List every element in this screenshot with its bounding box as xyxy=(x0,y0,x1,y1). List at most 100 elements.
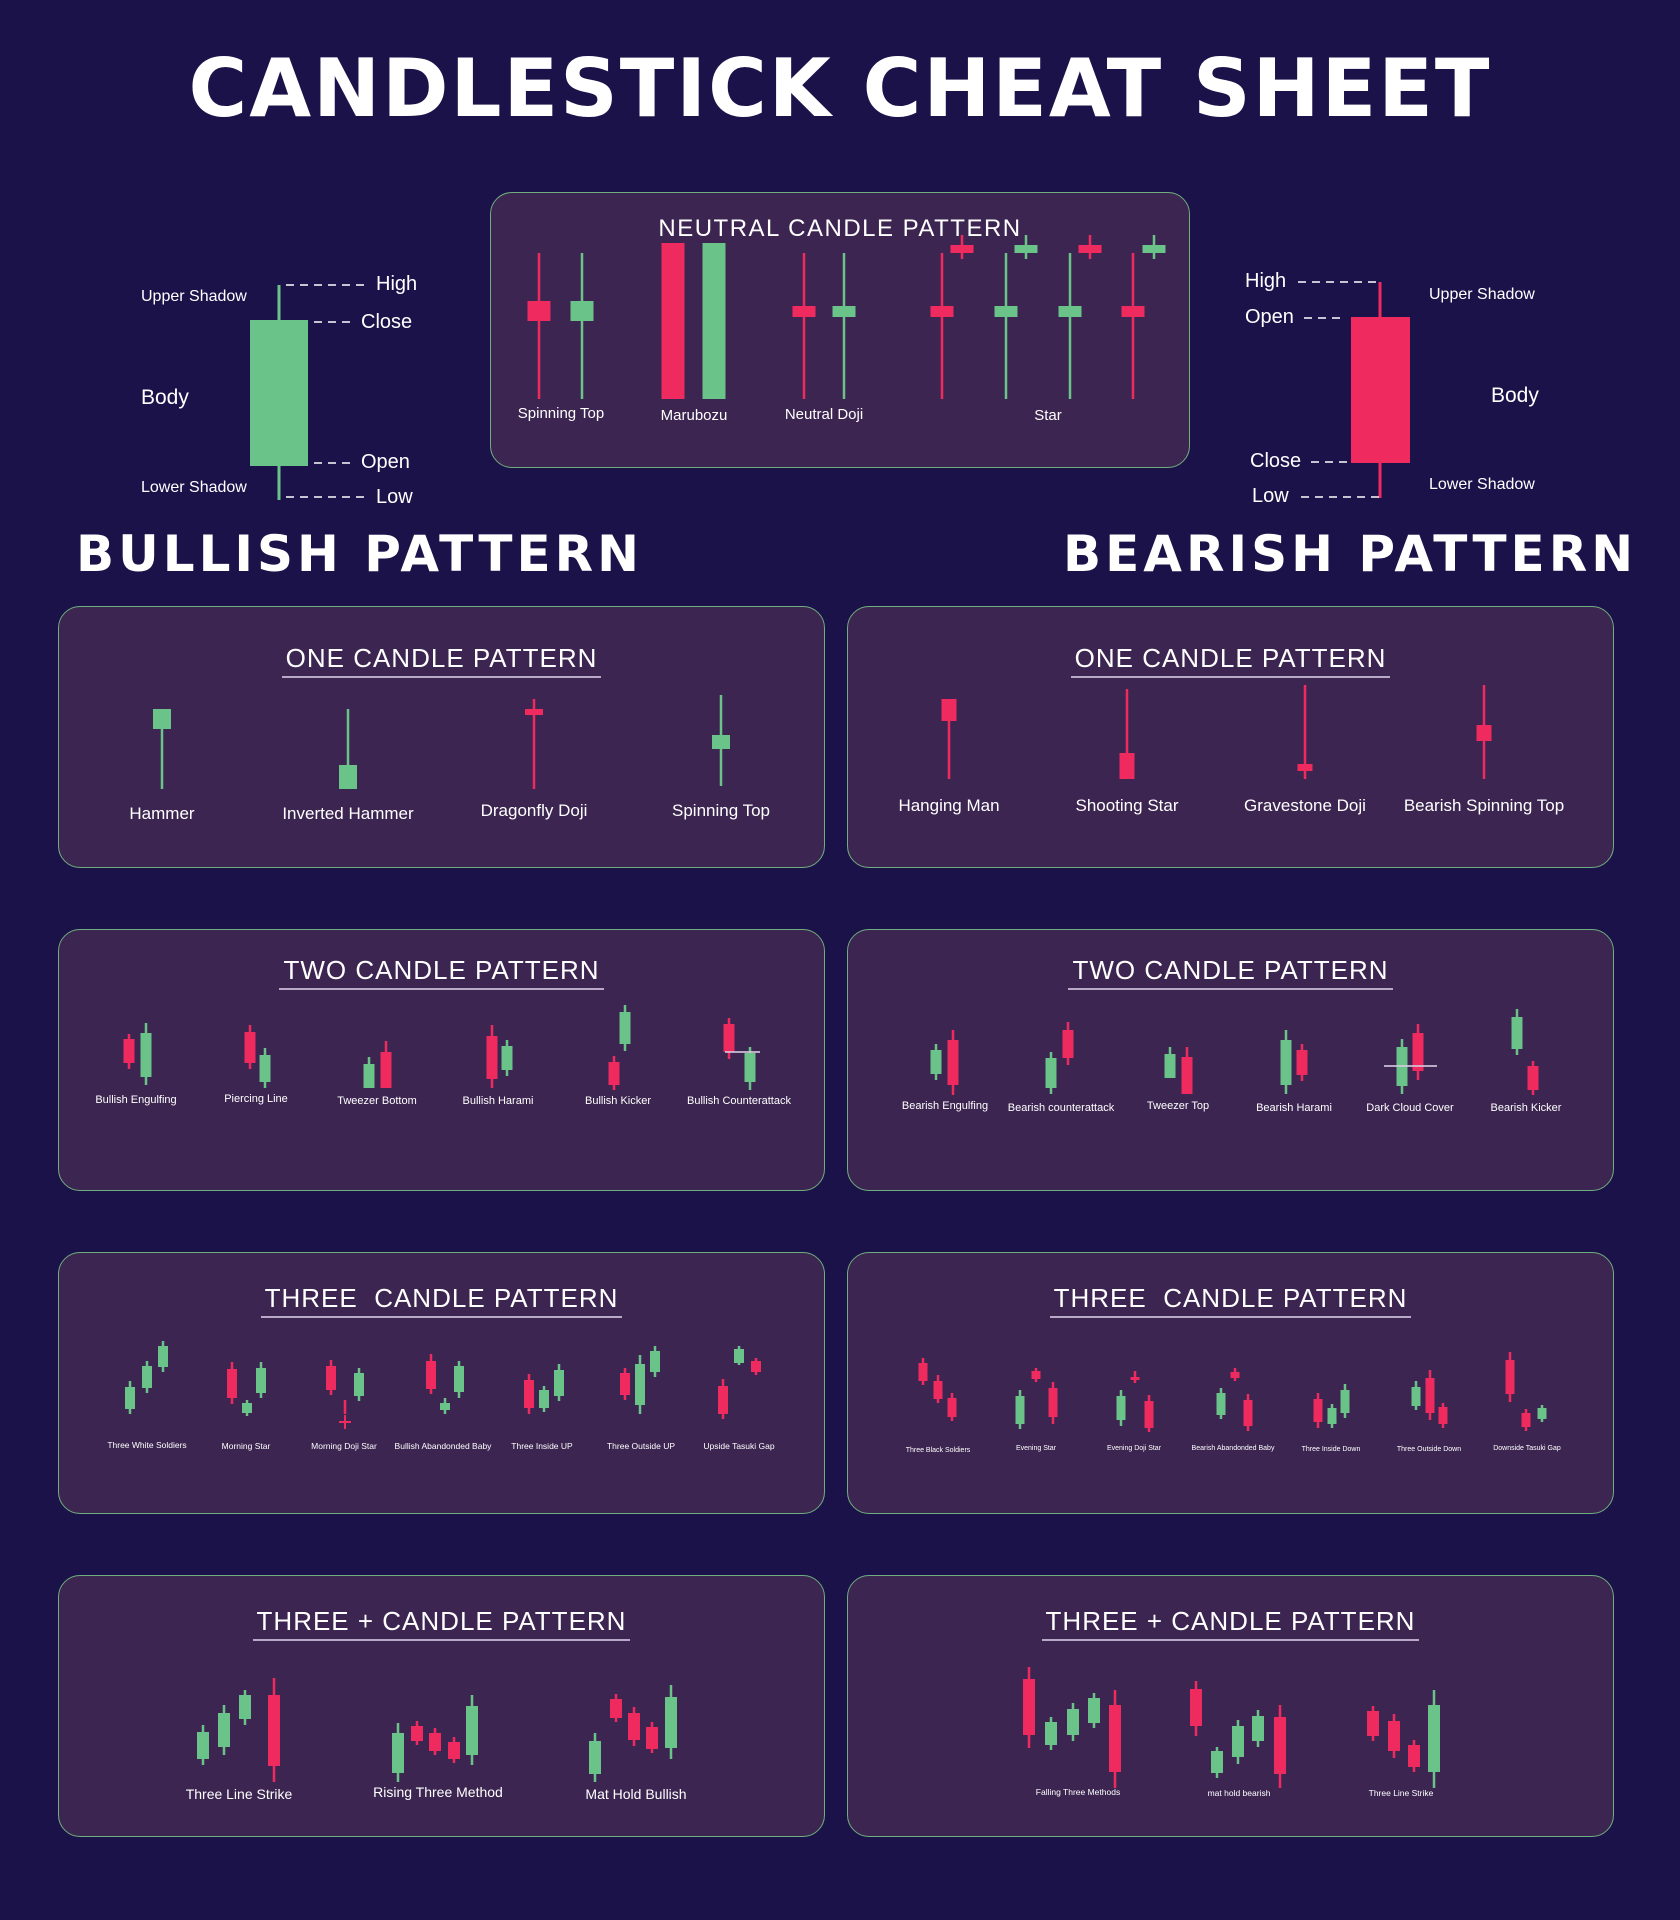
bullish-candle xyxy=(158,1341,168,1372)
bearish-candle-anatomy: High Open Close Low Upper Shadow Body Lo… xyxy=(1220,270,1620,510)
bullish-candle xyxy=(1014,235,1038,259)
bullish-candle xyxy=(1428,1690,1440,1788)
pattern-label: Spinning Top xyxy=(672,801,770,820)
pattern-label: Tweezer Bottom xyxy=(337,1095,416,1107)
pattern-bearish-spinning-top: Bearish Spinning Top xyxy=(1404,685,1564,815)
pattern-label: Evening Star xyxy=(1016,1445,1057,1452)
pattern-three-line-strike: Three Line Strike xyxy=(1367,1690,1440,1798)
pattern-label: Shooting Star xyxy=(1075,796,1178,815)
pattern-label: Upside Tasuki Gap xyxy=(703,1441,774,1451)
bullish-candle xyxy=(619,1005,631,1051)
bearish-candle xyxy=(1412,1024,1424,1080)
pattern-dragonfly-doji: Dragonfly Doji xyxy=(481,699,587,820)
bullish-candle xyxy=(501,1040,513,1076)
pattern-label: Evening Doji Star xyxy=(1107,1445,1162,1452)
bullish-candle xyxy=(650,1346,660,1377)
pattern-bearish-kicker: Bearish Kicker xyxy=(1491,1009,1562,1114)
pattern-label: Bullish Harami xyxy=(463,1095,534,1107)
pattern-downside-tasuki-gap: Downside Tasuki Gap xyxy=(1493,1352,1561,1452)
bearish-candle xyxy=(1425,1370,1435,1420)
bullish-candle xyxy=(1211,1747,1223,1778)
pattern-morning-doji-star: Morning Doji Star xyxy=(311,1360,377,1451)
bearish-candle xyxy=(1367,1706,1379,1741)
pattern-dark-cloud-cover: Dark Cloud Cover xyxy=(1366,1024,1454,1114)
bearish-candle xyxy=(628,1707,640,1746)
page-title: CANDLESTICK CHEAT SHEET xyxy=(188,42,1492,135)
pattern-label: Bearish Kicker xyxy=(1491,1102,1562,1114)
pattern-three-outside-down: Three Outside Down xyxy=(1397,1370,1461,1453)
pattern-three-white-soldiers: Three White Soldiers xyxy=(107,1341,187,1450)
bearish-candle xyxy=(1296,1044,1308,1081)
label-low: Low xyxy=(1252,485,1289,507)
bullish-candle xyxy=(259,1048,271,1088)
bullish-candle xyxy=(1537,1405,1547,1422)
neutral-pattern-panel: NEUTRAL CANDLE PATTERN Spinning Top Marub… xyxy=(490,192,1190,468)
pattern-label: Neutral Doji xyxy=(785,406,863,423)
pattern-bullish-abandonded-baby: Bullish Abandonded Baby xyxy=(395,1354,493,1451)
pattern-candles: Three White Soldiers Morning Star Morning … xyxy=(107,1341,775,1451)
label-high: High xyxy=(376,273,418,295)
pattern-label: Three Outside Down xyxy=(1397,1446,1461,1453)
bullish-candle xyxy=(1116,1390,1126,1426)
bearish-candle xyxy=(1527,1061,1539,1095)
bearish-candle xyxy=(411,1721,423,1745)
pattern-label: Bearish Engulfing xyxy=(902,1100,988,1112)
bullish-candle xyxy=(1142,235,1166,259)
pattern-label: mat hold bearish xyxy=(1208,1788,1271,1798)
pattern-three-outside-up: Three Outside UP xyxy=(607,1346,675,1451)
bearish-candle xyxy=(1505,1352,1515,1402)
bearish-section-title: BEARISH PATTERN xyxy=(1063,525,1638,583)
bullish-candle xyxy=(218,1705,230,1755)
pattern-label: Bullish Counterattack xyxy=(687,1095,791,1107)
bullish-candle xyxy=(256,1362,266,1398)
pattern-label: Dark Cloud Cover xyxy=(1366,1102,1454,1114)
bullish-three-candle-panel: THREE CANDLE PATTERN Three White Soldier… xyxy=(58,1252,825,1514)
pattern-label: Piercing Line xyxy=(224,1093,288,1105)
bearish-candle xyxy=(1144,1395,1154,1432)
pattern-label: Three Line Strike xyxy=(1369,1788,1434,1798)
pattern-label: Morning Doji Star xyxy=(311,1441,377,1451)
bullish-candle xyxy=(744,1047,756,1090)
label-upper-shadow: Upper Shadow xyxy=(141,288,247,305)
bearish-candle xyxy=(1130,1371,1140,1383)
pattern-label: Bearish Harami xyxy=(1256,1102,1332,1114)
pattern-label: Bearish Abandonded Baby xyxy=(1192,1445,1275,1452)
bullish-candle xyxy=(1067,1703,1079,1741)
pattern-label: Three Line Strike xyxy=(186,1786,293,1802)
bullish-candle xyxy=(140,1023,152,1085)
label-lower-shadow: Lower Shadow xyxy=(141,479,247,496)
bullish-candle xyxy=(197,1725,209,1765)
bearish-candle xyxy=(1048,1382,1058,1424)
bullish-candle xyxy=(702,243,726,399)
bullish-candle xyxy=(1327,1404,1337,1428)
label-close: Close xyxy=(1250,450,1302,472)
bullish-candle xyxy=(665,1685,677,1759)
bearish-candle xyxy=(525,699,543,789)
pattern-shooting-star: Shooting Star xyxy=(1075,689,1179,815)
pattern-candles: Bullish Engulfing Piercing Line Tweezer Bo… xyxy=(95,1005,791,1107)
bullish-candle xyxy=(125,1381,135,1414)
bullish-section-title: BULLISH PATTERN xyxy=(76,525,644,583)
pattern-label: Three Black Soldiers xyxy=(906,1447,971,1454)
bearish-candle xyxy=(1023,1667,1035,1748)
bullish-candle xyxy=(734,1346,744,1365)
bearish-candle xyxy=(620,1368,630,1400)
bullish-candle xyxy=(454,1361,464,1398)
label-low: Low xyxy=(376,486,413,508)
bearish-candle xyxy=(610,1694,622,1722)
bullish-one-candle-panel: ONE CANDLE PATTERN Hammer Inverted Hammer… xyxy=(58,606,825,868)
bearish-candle xyxy=(933,1375,943,1403)
bearish-candle xyxy=(930,253,954,399)
label-body: Body xyxy=(141,386,189,409)
bullish-candle xyxy=(363,1057,375,1088)
pattern-label: Star xyxy=(1034,407,1062,424)
pattern-gravestone-doji: Gravestone Doji xyxy=(1244,685,1366,815)
bullish-candle xyxy=(930,1044,942,1080)
bullish-candle xyxy=(589,1733,601,1782)
pattern-label: Bullish Abandonded Baby xyxy=(395,1441,493,1451)
bearish-candle xyxy=(380,1041,392,1088)
pattern-candles: Hanging Man Shooting Star Gravestone Doji B… xyxy=(898,685,1564,815)
pattern-candles: Three Line Strike Rising Three Method Mat … xyxy=(186,1678,687,1802)
pattern-mat-hold-bullish: Mat Hold Bullish xyxy=(585,1685,687,1802)
bearish-candle xyxy=(1476,685,1492,779)
